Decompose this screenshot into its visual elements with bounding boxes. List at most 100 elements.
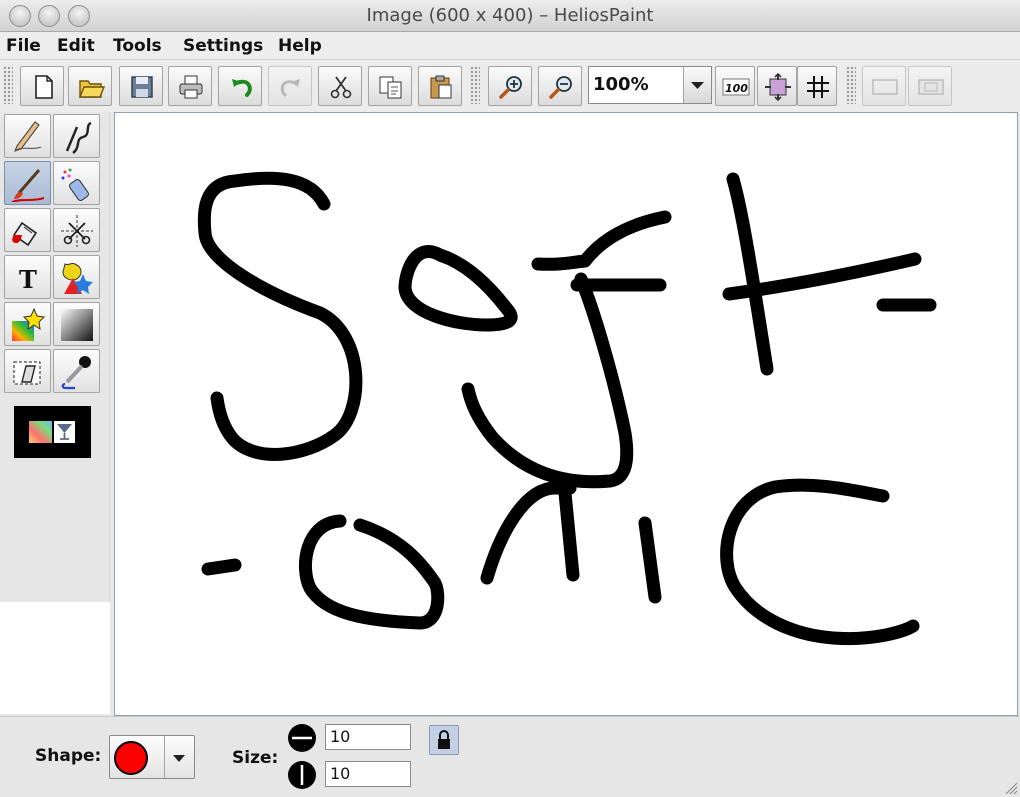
selection-scissors-icon (61, 215, 93, 247)
window-title: Image (600 x 400) – HeliosPaint (366, 5, 654, 26)
stroke-f-stem (461, 272, 634, 489)
color-palette-icon (29, 421, 75, 443)
shapes-tool[interactable] (53, 255, 100, 299)
zoom-in-button[interactable] (488, 66, 532, 106)
paste-clipboard-icon (430, 75, 452, 99)
menu-bar: File Edit Tools Settings Help (0, 32, 1020, 60)
crop-button[interactable] (908, 66, 952, 106)
color-selector[interactable] (14, 406, 91, 458)
toolbar-grip[interactable] (3, 66, 13, 104)
menu-settings[interactable]: Settings (183, 36, 263, 56)
paint-bucket-icon (12, 221, 38, 247)
shape-dropdown-button[interactable] (164, 736, 194, 778)
new-file-button[interactable] (20, 66, 64, 106)
drawing-canvas[interactable] (114, 112, 1018, 716)
spray-can-icon (61, 168, 89, 201)
zoom-value: 100% (593, 74, 649, 95)
lock-aspect-button[interactable] (429, 725, 459, 755)
width-field[interactable]: 10 (325, 724, 411, 750)
show-selection-button[interactable] (862, 66, 906, 106)
menu-tools[interactable]: Tools (113, 36, 162, 56)
pencil-icon (14, 121, 42, 152)
paintbrush-icon (11, 169, 45, 202)
grid-icon (807, 76, 829, 98)
shape-label: Shape: (35, 746, 102, 766)
tool-options-panel: Shape: Size: 10 10 (0, 716, 1020, 797)
fit-window-button[interactable] (757, 66, 797, 106)
menu-edit[interactable]: Edit (57, 36, 95, 56)
drawn-strokes (197, 171, 937, 646)
line-curve-icon (65, 121, 92, 154)
select-cut-tool[interactable] (53, 208, 100, 252)
height-icon (288, 761, 316, 789)
zoom-dropdown-button[interactable] (683, 67, 711, 103)
open-file-button[interactable] (68, 66, 112, 106)
brush-tool[interactable] (4, 161, 51, 205)
grid-button[interactable] (797, 66, 837, 106)
chevron-down-icon (173, 755, 185, 762)
stamp-icon (13, 361, 41, 385)
paste-button[interactable] (418, 66, 462, 106)
save-button[interactable] (119, 66, 163, 106)
zoom-select[interactable]: 100% (588, 66, 712, 104)
height-field[interactable]: 10 (325, 761, 411, 787)
magic-star-icon (12, 307, 46, 341)
svg-text:100: 100 (725, 82, 748, 95)
zoom-in-icon (499, 76, 522, 99)
color-picker-tool[interactable] (53, 349, 100, 393)
text-tool-glyph: T (19, 265, 37, 294)
text-tool[interactable]: T (4, 255, 51, 299)
undo-button[interactable] (218, 66, 262, 106)
redo-button[interactable] (268, 66, 312, 106)
save-disk-icon (131, 76, 153, 98)
fit-window-icon (765, 73, 791, 101)
selection-rect-icon (872, 79, 898, 95)
width-icon (288, 724, 316, 752)
actual-size-button[interactable]: 100 (715, 66, 755, 106)
open-folder-icon (78, 80, 105, 98)
lock-icon (438, 730, 450, 749)
actual-size-icon: 100 (722, 78, 750, 96)
chevron-down-icon (691, 82, 704, 89)
stroke-s (197, 171, 363, 461)
toolbar: 100% 100 (0, 60, 1020, 112)
cut-button[interactable] (318, 66, 362, 106)
stroke-n-right (558, 486, 580, 582)
stroke-n-left (480, 481, 577, 585)
undo-arrow-icon (232, 79, 252, 97)
shapes-icon (62, 262, 93, 294)
line-tool[interactable] (53, 114, 100, 158)
title-bar: Image (600 x 400) – HeliosPaint (0, 0, 1020, 32)
canvas-area (110, 112, 1020, 716)
fill-tool[interactable] (4, 208, 51, 252)
zoom-out-icon (549, 76, 572, 99)
menu-help[interactable]: Help (278, 36, 322, 56)
copy-icon (379, 76, 402, 99)
effects-tool[interactable] (4, 302, 51, 346)
resize-grip[interactable] (1004, 781, 1018, 795)
menu-file[interactable]: File (6, 36, 41, 56)
spray-tool[interactable] (53, 161, 100, 205)
text-icon: T (19, 265, 37, 294)
print-button[interactable] (168, 66, 212, 106)
stroke-o (398, 245, 518, 332)
pencil-tool[interactable] (4, 114, 51, 158)
stamp-tool[interactable] (4, 349, 51, 393)
scissors-icon (330, 76, 352, 99)
gradient-tool[interactable] (53, 302, 100, 346)
size-label: Size: (232, 748, 279, 768)
stroke-dash-left (201, 558, 242, 576)
tool-palette: T (0, 112, 110, 602)
stroke-n-dot (638, 516, 662, 604)
stroke-c (720, 478, 920, 646)
stroke-t-vertical (726, 172, 774, 376)
stroke-f-top (531, 210, 672, 271)
copy-button[interactable] (368, 66, 412, 106)
shape-select[interactable] (109, 735, 195, 779)
toolbar-grip-2[interactable] (470, 66, 480, 104)
zoom-out-button[interactable] (538, 66, 582, 106)
toolbar-grip-3[interactable] (846, 66, 856, 104)
eyedropper-icon (61, 356, 91, 390)
stroke-o-bottom (298, 514, 445, 630)
redo-arrow-icon (280, 79, 300, 97)
